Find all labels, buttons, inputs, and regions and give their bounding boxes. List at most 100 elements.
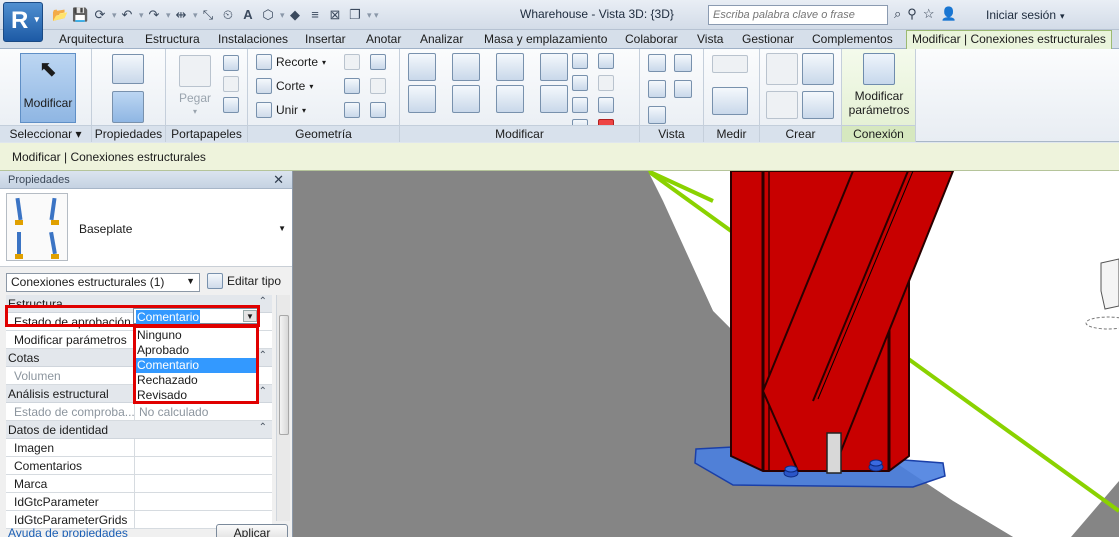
- option-ninguno[interactable]: Ninguno: [136, 328, 256, 343]
- option-aprobado[interactable]: Aprobado: [136, 343, 256, 358]
- split-face-icon[interactable]: [370, 54, 386, 70]
- row-mark[interactable]: Marca: [6, 475, 272, 493]
- lightbulb-icon[interactable]: [648, 54, 666, 72]
- undo-icon[interactable]: ↶: [119, 7, 135, 23]
- modify-parameters-button[interactable]: Modificar parámetros: [848, 53, 910, 117]
- option-rechazado[interactable]: Rechazado: [136, 373, 256, 388]
- split-gap-icon[interactable]: [598, 53, 614, 69]
- mirror-axis-icon[interactable]: [496, 53, 524, 81]
- tab-instalaciones[interactable]: Instalaciones: [218, 32, 288, 46]
- measure-between-icon[interactable]: [712, 55, 748, 73]
- close-icon[interactable]: ✕: [273, 172, 284, 188]
- application-menu-button[interactable]: R ▾: [3, 2, 43, 42]
- dropdown-caret-icon[interactable]: ▾: [166, 7, 171, 23]
- close-hidden-icon[interactable]: ⊠: [327, 7, 343, 23]
- approval-status-combobox[interactable]: Comentario ▼: [133, 308, 259, 324]
- panel-label-select[interactable]: Seleccionar ▾: [0, 125, 91, 142]
- row-gtc-parameter[interactable]: IdGtcParameter: [6, 493, 272, 511]
- trim-extend-icon[interactable]: [540, 85, 568, 113]
- unpin-icon[interactable]: [598, 97, 614, 113]
- modify-button[interactable]: ⬉ Modificar: [20, 53, 76, 123]
- tab-colaborar[interactable]: Colaborar: [625, 32, 678, 46]
- dropdown-caret-icon[interactable]: ▾: [193, 7, 198, 23]
- dropdown-caret-icon[interactable]: ▾: [280, 7, 285, 23]
- dropdown-caret-icon[interactable]: ▾: [139, 7, 144, 23]
- align-icon[interactable]: [408, 53, 436, 81]
- 3d-view-icon[interactable]: ⬡: [260, 7, 276, 23]
- properties-icon[interactable]: [112, 54, 144, 84]
- switch-windows-icon[interactable]: ❐: [347, 7, 363, 23]
- save-icon[interactable]: 💾: [72, 7, 88, 23]
- trim-button[interactable]: Recorte ▾: [256, 54, 326, 70]
- tab-estructura[interactable]: Estructura: [145, 32, 200, 46]
- wall-joins-icon[interactable]: [344, 54, 360, 70]
- create-parts-icon[interactable]: [766, 91, 798, 119]
- option-revisado[interactable]: Revisado: [136, 388, 256, 403]
- property-scrollbar[interactable]: [276, 295, 290, 521]
- copy-element-icon[interactable]: [452, 85, 480, 113]
- offset-icon[interactable]: [452, 53, 480, 81]
- thin-lines-icon[interactable]: ≡: [307, 7, 323, 23]
- customize-qat-icon[interactable]: ▾: [374, 7, 379, 23]
- instance-filter-select[interactable]: Conexiones estructurales (1) ▼: [6, 273, 200, 292]
- dropdown-caret-icon[interactable]: ▾: [112, 7, 117, 23]
- cut-icon[interactable]: [223, 55, 239, 71]
- dropdown-caret-icon[interactable]: ▾: [367, 7, 372, 23]
- aligned-dimension-icon[interactable]: ⤡: [200, 7, 216, 23]
- tab-masa-emplazamiento[interactable]: Masa y emplazamiento: [484, 32, 607, 46]
- demolish-icon[interactable]: [370, 78, 386, 94]
- star-icon[interactable]: ☆: [923, 6, 935, 22]
- mirror-draw-icon[interactable]: [540, 53, 568, 81]
- beam-join-icon[interactable]: [344, 102, 360, 118]
- apply-button[interactable]: Aplicar: [216, 524, 288, 537]
- type-selector[interactable]: Baseplate ▼: [0, 189, 292, 267]
- paste-button[interactable]: Pegar ▾: [174, 55, 216, 119]
- create-assembly-icon[interactable]: [766, 53, 798, 85]
- measure-icon[interactable]: ⇹: [173, 7, 189, 23]
- tab-anotar[interactable]: Anotar: [366, 32, 401, 46]
- tab-arquitectura[interactable]: Arquitectura: [59, 32, 124, 46]
- section-identity-data[interactable]: Datos de identidad ⌃: [6, 421, 272, 439]
- scale-icon[interactable]: [598, 75, 614, 91]
- row-image[interactable]: Imagen: [6, 439, 272, 457]
- tag-icon[interactable]: ⏲: [220, 7, 236, 23]
- paint-icon[interactable]: [344, 78, 360, 94]
- copy-icon[interactable]: [223, 76, 239, 92]
- option-comentario[interactable]: Comentario: [136, 358, 256, 373]
- tab-modificar-conexiones[interactable]: Modificar | Conexiones estructurales: [906, 30, 1112, 50]
- chevron-down-icon[interactable]: ▼: [278, 224, 286, 233]
- binoculars-icon[interactable]: ⌕: [894, 6, 901, 22]
- sync-icon[interactable]: ⟳: [92, 7, 108, 23]
- move-icon[interactable]: [408, 85, 436, 113]
- tab-gestionar[interactable]: Gestionar: [742, 32, 794, 46]
- tab-analizar[interactable]: Analizar: [420, 32, 463, 46]
- subscription-icon[interactable]: ⚲: [907, 6, 917, 22]
- cut-geometry-button[interactable]: Corte ▾: [256, 78, 313, 94]
- 3d-viewport[interactable]: [293, 171, 1119, 537]
- scrollbar-thumb[interactable]: [279, 315, 289, 435]
- join-button[interactable]: Unir ▾: [256, 102, 306, 118]
- linework-icon[interactable]: [648, 80, 666, 98]
- create-similar-icon[interactable]: [802, 91, 834, 119]
- 3d-model-canvas[interactable]: [293, 171, 1119, 537]
- search-input[interactable]: [708, 5, 888, 25]
- match-properties-icon[interactable]: [223, 97, 239, 113]
- type-properties-icon[interactable]: [112, 91, 144, 123]
- tab-vista[interactable]: Vista: [697, 32, 723, 46]
- rotate-icon[interactable]: [496, 85, 524, 113]
- redo-icon[interactable]: ↷: [146, 7, 162, 23]
- open-icon[interactable]: 📂: [52, 7, 68, 23]
- hammer-icon[interactable]: [370, 102, 386, 118]
- chevron-down-icon[interactable]: ▼: [243, 310, 257, 322]
- array-icon[interactable]: [572, 75, 588, 91]
- override-graphics-icon[interactable]: [674, 54, 692, 72]
- hide-icon[interactable]: [648, 106, 666, 124]
- properties-help-link[interactable]: Ayuda de propiedades: [8, 526, 128, 537]
- create-group-icon[interactable]: [802, 53, 834, 85]
- section-icon[interactable]: ◆: [287, 7, 303, 23]
- signin-button[interactable]: Iniciar sesión ▾: [986, 8, 1065, 22]
- filter-icon[interactable]: [674, 80, 692, 98]
- tab-insertar[interactable]: Insertar: [305, 32, 346, 46]
- split-icon[interactable]: [572, 53, 588, 69]
- tab-complementos[interactable]: Complementos: [812, 32, 893, 46]
